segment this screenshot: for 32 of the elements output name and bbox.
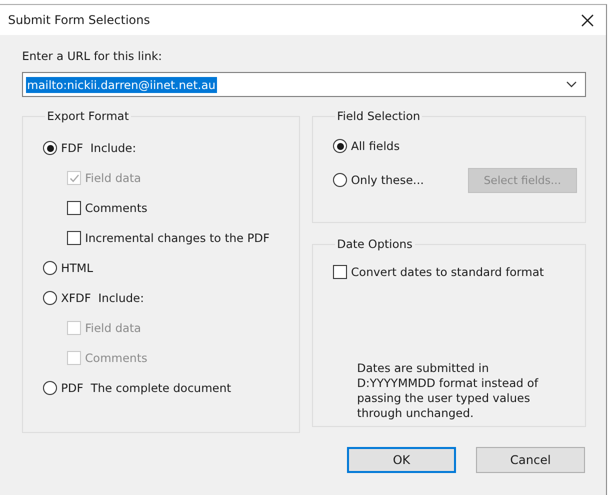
radio-button[interactable] — [43, 291, 57, 305]
group-title: Export Format — [46, 109, 130, 123]
option-label: All fields — [351, 139, 400, 153]
option-label: Convert dates to standard format — [351, 265, 544, 279]
window-title: Submit Form Selections — [8, 13, 150, 27]
url-field[interactable]: mailto:nickii.darren@iinet.net.au — [22, 72, 586, 97]
checkbox[interactable] — [67, 231, 81, 245]
option-label: Comments — [85, 351, 148, 365]
radio-button[interactable] — [43, 261, 57, 275]
cancel-button[interactable]: Cancel — [476, 447, 585, 473]
option-label: XFDF Include: — [61, 291, 144, 305]
option-label: Field data — [85, 321, 142, 335]
option-label: HTML — [61, 261, 94, 275]
checkbox[interactable] — [333, 265, 347, 279]
group-title: Date Options — [336, 237, 414, 251]
close-icon[interactable] — [581, 14, 594, 26]
ok-button[interactable]: OK — [347, 447, 456, 473]
radio-button[interactable] — [43, 141, 57, 155]
checkbox[interactable] — [67, 201, 81, 215]
radio-button[interactable] — [333, 139, 347, 153]
option-label: Comments — [85, 201, 148, 215]
option-label: Incremental changes to the PDF — [85, 231, 270, 245]
dropdown-caret-icon[interactable] — [566, 81, 577, 88]
url-label: Enter a URL for this link: — [22, 49, 164, 63]
radio-button[interactable] — [43, 381, 57, 395]
date-format-note: Dates are submitted in D:YYYYMMDD format instead of passing the user typed values through unchanged. — [357, 361, 540, 421]
radio-button[interactable] — [333, 173, 347, 187]
option-label: PDF The complete document — [61, 381, 232, 395]
option-label: FDF Include: — [61, 141, 136, 155]
option-label: Field data — [85, 171, 142, 185]
option-label: Only these... — [351, 173, 424, 187]
group-title: Field Selection — [336, 109, 422, 123]
